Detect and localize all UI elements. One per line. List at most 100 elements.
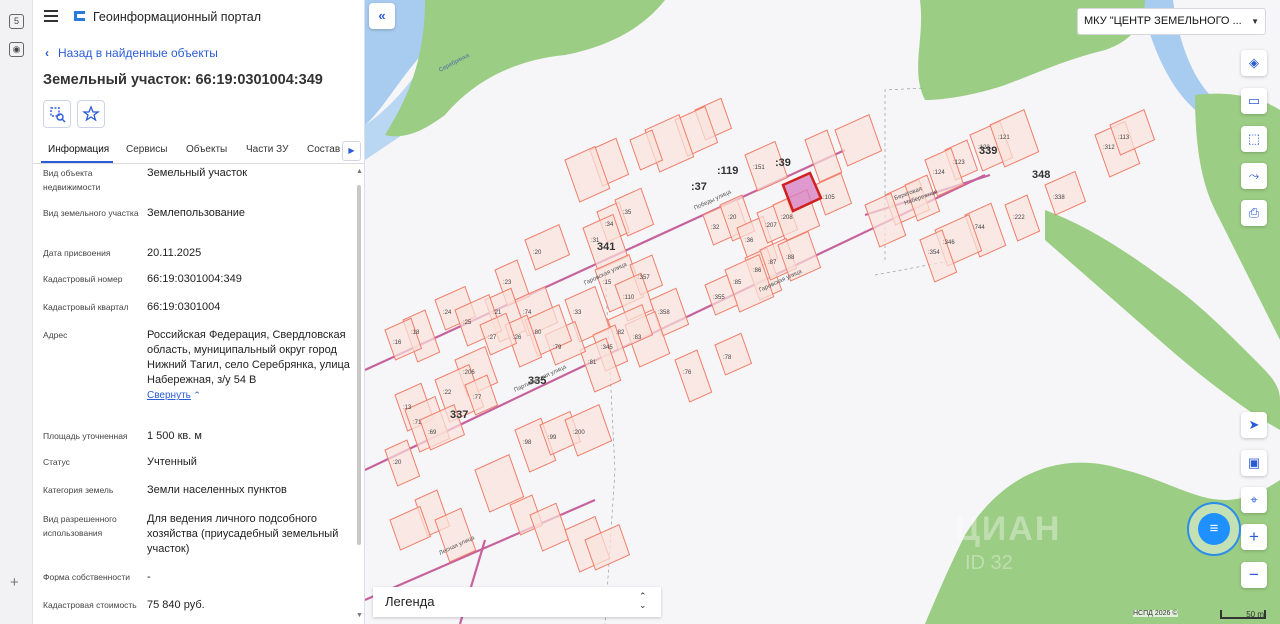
info-label: Дата присвоения [43, 248, 111, 258]
quarter-label: :37 [691, 181, 707, 193]
info-label: Кадастровый номер [43, 274, 123, 284]
minimap-icon: ▣ [1247, 455, 1261, 470]
favorite-button[interactable] [77, 100, 105, 128]
parcel-number-label: :71 [413, 420, 422, 426]
tabs-scroll-right-button[interactable]: ▶ [342, 141, 361, 161]
parcel-number-label: :345 [601, 345, 613, 351]
parcel-number-label: :74 [523, 310, 532, 316]
area-select-icon: ⬚ [1247, 131, 1261, 146]
parcel-number-label: :23 [503, 280, 512, 286]
parcel-number-label: :151 [753, 165, 765, 171]
parcel-number-label: :15 [603, 280, 612, 286]
parcel-number-label: :35 [623, 210, 632, 216]
parcel-number-label: :113 [1118, 135, 1130, 141]
layers-button[interactable]: ◈ [1241, 50, 1267, 76]
ruler-icon: ▭ [1247, 93, 1261, 108]
info-label: Категория земель [43, 485, 114, 495]
parcel[interactable] [714, 332, 753, 376]
info-tabs: Информация Сервисы Объекты Части ЗУ Сост… [33, 138, 365, 164]
map-canvas[interactable]: :119:39:37341335337339348:34:35:31:20:23… [365, 0, 1280, 624]
parcel-number-label: :206 [463, 370, 475, 376]
quarter-label: 341 [597, 241, 615, 253]
select-area-button[interactable]: ⬚ [1241, 126, 1267, 152]
parcel-number-label: :124 [933, 170, 945, 176]
share-button[interactable]: ⤳ [1241, 163, 1267, 189]
parcel[interactable] [834, 114, 883, 167]
parcel-number-label: :18 [411, 330, 420, 336]
parcel-number-label: :22 [443, 390, 452, 396]
layer-number-icon[interactable]: 5 [9, 14, 24, 29]
info-value: Российская Федерация, Свердловская облас… [147, 328, 353, 403]
tab-services[interactable]: Сервисы [126, 144, 167, 155]
zoom-out-button[interactable]: − [1241, 562, 1267, 588]
tab-composition[interactable]: Состав [307, 144, 340, 155]
collapse-link[interactable]: Свернуть [147, 390, 191, 401]
zoom-to-object-button[interactable] [43, 100, 71, 128]
back-link[interactable]: ‹ Назад в найденные объекты [45, 46, 218, 60]
chevron-up-icon[interactable]: ⌃ [191, 390, 201, 400]
location-search-button[interactable]: ⌖ [1241, 487, 1267, 513]
page-title: Земельный участок: 66:19:0301004:349 [43, 72, 323, 88]
tab-objects[interactable]: Объекты [186, 144, 227, 155]
parcel-number-label: :20 [728, 215, 737, 221]
parcel-number-label: :346 [943, 240, 955, 246]
panel-scrollbar[interactable] [357, 185, 361, 545]
info-label: Статус [43, 457, 70, 467]
parcel-number-label: :26 [513, 335, 522, 341]
address-text: Российская Федерация, Свердловская облас… [147, 329, 350, 386]
legend-dropdown[interactable]: Легенда ⌃ ⌄ [373, 587, 661, 617]
panel-header: Геоинформационный портал [33, 0, 365, 34]
minimap-button[interactable]: ▣ [1241, 450, 1267, 476]
parcel-number-label: :32 [711, 225, 720, 231]
dropdown-arrow-icon: ▼ [1251, 17, 1259, 26]
quarter-label: :39 [775, 157, 791, 169]
info-label: Вид объекта недвижимости [43, 168, 101, 192]
chat-icon: ≡ [1198, 513, 1230, 545]
active-tab-indicator [41, 161, 113, 163]
parcel-number-label: :33 [573, 310, 582, 316]
parcel-number-label: :36 [745, 238, 754, 244]
geolocate-button[interactable]: ➤ [1241, 412, 1267, 438]
parcel[interactable] [1044, 170, 1087, 216]
measure-button[interactable]: ▭ [1241, 88, 1267, 114]
info-value: 75 840 руб. [147, 599, 205, 611]
parcel-number-label: :207 [765, 223, 777, 229]
layers-icon: ◈ [1249, 55, 1259, 70]
parcel-number-label: :34 [605, 222, 614, 228]
print-button[interactable]: ⎙ [1241, 200, 1267, 226]
parcel-number-label: :78 [723, 355, 732, 361]
parcel-number-label: :24 [443, 310, 452, 316]
collapse-panel-button[interactable]: « [369, 3, 395, 29]
camera-icon[interactable]: ◉ [9, 42, 24, 57]
print-icon: ⎙ [1248, 205, 1260, 220]
forest-area [385, 0, 665, 137]
info-label: Форма собственности [43, 572, 130, 582]
parcel[interactable] [564, 404, 613, 457]
parcel-number-label: :21 [493, 310, 502, 316]
parcel[interactable] [674, 349, 713, 403]
info-value: Земельный участок [147, 167, 248, 179]
parcel-number-label: :87 [768, 260, 777, 266]
cadastral-map[interactable]: :119:39:37 341 335 337 339 348:34:35:31:20:23… [365, 0, 1280, 624]
menu-icon[interactable] [44, 10, 58, 22]
parcel[interactable] [524, 224, 571, 271]
info-panel: Геоинформационный портал ‹ Назад в найден… [33, 0, 365, 624]
locate-object-icon [50, 107, 66, 123]
tab-parts[interactable]: Части ЗУ [246, 144, 288, 155]
parcel-number-label: :27 [488, 335, 497, 341]
parcel-number-label: :200 [573, 430, 585, 436]
parcel-number-label: :744 [973, 225, 985, 231]
tab-info[interactable]: Информация [48, 144, 109, 155]
add-icon[interactable]: + [10, 574, 19, 591]
organization-select[interactable]: МКУ "ЦЕНТР ЗЕМЕЛЬНОГО ... ▼ [1077, 8, 1266, 35]
navigation-arrow-icon: ➤ [1248, 417, 1260, 432]
parcel-number-label: :358 [658, 310, 670, 316]
scroll-down-arrow-icon[interactable]: ▼ [356, 612, 363, 619]
parcel-number-label: :105 [823, 195, 835, 201]
zoom-in-button[interactable]: + [1241, 524, 1267, 550]
chat-button[interactable]: ≡ [1187, 502, 1241, 556]
scroll-up-arrow-icon[interactable]: ▲ [356, 168, 363, 175]
info-value: Земли населенных пунктов [147, 484, 287, 496]
parcel-number-label: :222 [1013, 215, 1025, 221]
parcel-number-label: :82 [616, 330, 625, 336]
